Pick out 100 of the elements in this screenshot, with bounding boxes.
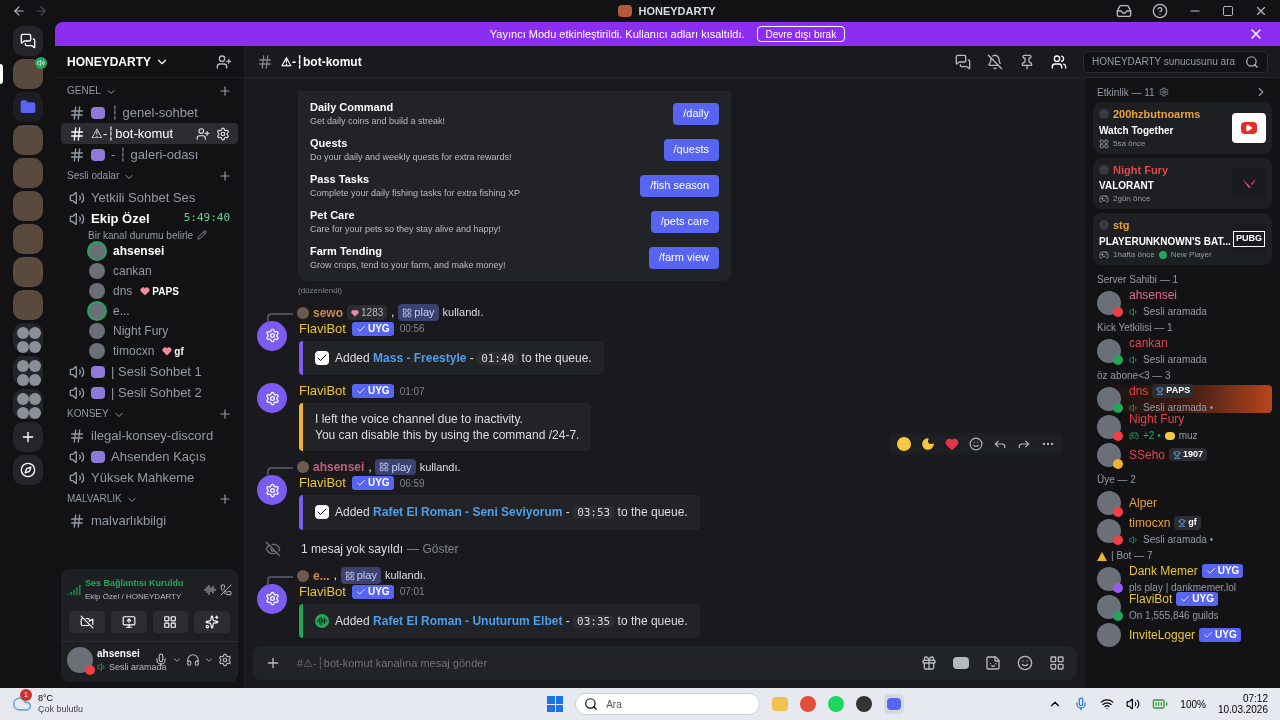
command-mention[interactable]: play xyxy=(398,304,439,321)
command-mention[interactable]: play xyxy=(375,458,416,476)
add-channel-icon[interactable] xyxy=(218,169,232,183)
camera-off-button[interactable] xyxy=(69,610,105,633)
member-item[interactable]: ahsensei Sesli aramada xyxy=(1093,288,1272,317)
activity-card[interactable]: 200hzbutnoarms Watch Together 5sa önce xyxy=(1093,102,1272,154)
voice-user-name[interactable]: timocxn xyxy=(113,342,155,360)
category-label[interactable]: KONSEY xyxy=(67,406,109,421)
clock-time[interactable]: 07:12 xyxy=(1217,693,1268,704)
folder-icon[interactable] xyxy=(12,92,43,122)
voice-user-name[interactable]: ahsensei xyxy=(113,242,165,260)
activity-user[interactable]: Night Fury xyxy=(1113,161,1168,178)
headphones-icon[interactable] xyxy=(186,652,200,667)
help-icon[interactable] xyxy=(1152,3,1168,19)
server-folder[interactable] xyxy=(12,323,43,353)
server-name[interactable]: HONEYDARTY xyxy=(67,52,151,71)
category-label[interactable]: Sesli odalar xyxy=(67,168,120,183)
activities-button[interactable] xyxy=(152,610,189,633)
channel-status[interactable]: Bir kanal durumu belirle xyxy=(88,227,194,243)
activity-user[interactable]: stg xyxy=(1113,217,1130,234)
channel-item[interactable]: | Sesli Sohbet 1 xyxy=(61,361,238,382)
back-icon[interactable] xyxy=(12,4,26,18)
channel-item[interactable]: Yetkili Sohbet Ses xyxy=(61,187,238,208)
reply-icon[interactable] xyxy=(993,437,1007,451)
category-label[interactable]: GENEL xyxy=(67,83,101,98)
channel-item[interactable]: - ┆ galeri-odası xyxy=(61,144,238,165)
author-name[interactable]: FlaviBot xyxy=(299,381,346,401)
member-item[interactable]: FlaviBot UYG On 1,555,846 guilds xyxy=(1093,592,1272,621)
server-icon[interactable] xyxy=(12,59,43,89)
command-mention[interactable]: play xyxy=(340,567,381,584)
invite-icon[interactable] xyxy=(216,53,232,70)
channel-item[interactable]: ┆ genel-sohbet xyxy=(61,102,238,123)
speaker-icon[interactable] xyxy=(1126,697,1141,711)
invite-icon[interactable] xyxy=(196,126,210,141)
threads-icon[interactable] xyxy=(955,53,971,70)
start-icon[interactable] xyxy=(547,696,564,712)
search-field[interactable]: HONEYDARTY sunucusunu ara xyxy=(1083,50,1268,73)
channel-item[interactable]: Ahsenden Kaçıs xyxy=(61,446,238,467)
show-link[interactable]: — Göster xyxy=(407,539,459,558)
add-server-button[interactable] xyxy=(12,422,43,452)
edit-icon[interactable] xyxy=(197,230,208,240)
channel-item[interactable]: malvarlıkbilgi xyxy=(61,510,238,531)
member-item[interactable]: InviteLogger UYG xyxy=(1093,620,1272,649)
server-folder[interactable] xyxy=(12,356,43,386)
browser-icon[interactable] xyxy=(800,696,817,712)
reply-username[interactable]: ahsensei xyxy=(313,458,365,476)
member-item[interactable]: Dank Memer UYG pls play | dankmemer.lol xyxy=(1093,564,1272,593)
settings-icon[interactable] xyxy=(218,652,232,667)
channel-item[interactable]: ilegal-konsey-discord xyxy=(61,425,238,446)
soundboard-button[interactable] xyxy=(194,610,230,633)
song-link[interactable]: Rafet El Roman - Unuturum Elbet xyxy=(373,613,563,628)
wifi-icon[interactable] xyxy=(1100,697,1115,711)
song-link[interactable]: Mass - Freestyle xyxy=(373,350,467,365)
member-item[interactable]: SSeho 1907 xyxy=(1093,440,1272,469)
app-icon[interactable] xyxy=(856,696,873,712)
microphone-icon[interactable] xyxy=(1074,697,1089,711)
category-label[interactable]: MALVARLIK xyxy=(67,491,122,506)
inbox-icon[interactable] xyxy=(1116,3,1132,19)
attach-icon[interactable] xyxy=(265,655,281,671)
members-icon[interactable] xyxy=(1051,53,1067,70)
channel-item[interactable]: ⚠-┆bot-komut xyxy=(61,123,238,144)
author-name[interactable]: FlaviBot xyxy=(299,473,346,493)
add-channel-icon[interactable] xyxy=(218,407,232,421)
clock-date[interactable]: 10.03.2026 xyxy=(1217,704,1268,715)
member-item[interactable]: Alper xyxy=(1093,488,1272,517)
voice-user-name[interactable]: dns xyxy=(113,282,133,300)
sticker-icon[interactable] xyxy=(985,655,1001,671)
server-folder[interactable] xyxy=(12,389,43,419)
song-link[interactable]: Rafet El Roman - Seni Seviyorum xyxy=(373,505,563,519)
close-icon[interactable] xyxy=(1254,4,1268,18)
disconnect-icon[interactable] xyxy=(220,583,232,596)
add-reaction-icon[interactable] xyxy=(969,437,983,451)
command-button[interactable]: /fish season xyxy=(640,174,719,197)
home-button[interactable] xyxy=(12,26,43,56)
forward-icon[interactable] xyxy=(1017,437,1031,451)
weather-icon[interactable] xyxy=(12,694,32,714)
voice-user-name[interactable]: Night Fury xyxy=(113,322,169,340)
chat-app-icon[interactable] xyxy=(884,694,905,714)
channel-item[interactable]: Yüksek Mahkeme xyxy=(61,467,238,488)
command-button[interactable]: /farm view xyxy=(648,246,719,269)
channel-item[interactable]: Ekip Özel 5:49:40 xyxy=(61,208,238,229)
screen-share-button[interactable] xyxy=(110,610,147,633)
voice-user-name[interactable]: e... xyxy=(113,302,130,320)
discover-button[interactable] xyxy=(12,455,43,485)
activity-card[interactable]: Night Fury VALORANT 2gün önce xyxy=(1093,157,1272,209)
command-button[interactable]: /quests xyxy=(663,138,719,161)
heart-icon[interactable] xyxy=(945,437,959,451)
member-item[interactable]: Night Fury +2 • muz xyxy=(1093,412,1272,441)
taskbar-search[interactable]: Ara xyxy=(575,693,761,715)
notifications-off-icon[interactable] xyxy=(987,53,1003,70)
channel-item[interactable]: | Sesli Sohbet 2 xyxy=(61,382,238,403)
gift-icon[interactable] xyxy=(921,655,937,671)
pin-icon[interactable] xyxy=(1019,53,1035,70)
maximize-icon[interactable] xyxy=(1222,5,1234,17)
voice-user-name[interactable]: cankan xyxy=(113,262,152,280)
activity-card[interactable]: stg PLAYERUNKNOWN'S BAT... 1hafta önce New Player PUBG xyxy=(1093,213,1272,265)
activity-user[interactable]: 200hzbutnoarms xyxy=(1113,106,1201,123)
add-channel-icon[interactable] xyxy=(218,84,232,98)
member-item[interactable]: timocxn gf Sesli aramada • xyxy=(1093,516,1272,545)
moon-icon[interactable] xyxy=(921,437,935,451)
